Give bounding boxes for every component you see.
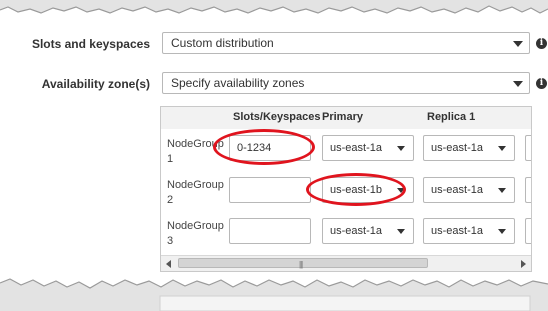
info-icon[interactable]: i	[536, 38, 547, 49]
grid-header: Slots/Keyspaces Primary Replica 1	[161, 107, 531, 129]
replica1-az-select[interactable]: us-east-1a	[423, 177, 515, 203]
node-group-label: NodeGroup 3	[167, 220, 224, 247]
scrollbar-thumb[interactable]: |||	[178, 258, 428, 269]
slots-keyspaces-value: Custom distribution	[171, 36, 274, 50]
slots-input[interactable]	[229, 218, 311, 244]
chevron-down-icon	[513, 41, 523, 47]
node-group-label: NodeGroup 1	[167, 138, 224, 165]
chevron-down-icon	[498, 229, 506, 234]
primary-az-select[interactable]: us-east-1a	[322, 218, 414, 244]
slots-keyspaces-select[interactable]: Custom distribution	[162, 32, 530, 54]
chevron-down-icon	[397, 229, 405, 234]
primary-az-select[interactable]: us-east-1b	[322, 177, 414, 203]
availability-zones-value: Specify availability zones	[171, 76, 305, 90]
node-group-grid: Slots/Keyspaces Primary Replica 1 NodeGr…	[160, 106, 532, 272]
replica2-az-select[interactable]	[525, 177, 531, 203]
replica2-az-select[interactable]	[525, 135, 531, 161]
slots-keyspaces-label: Slots and keyspaces	[31, 37, 150, 51]
chevron-down-icon	[397, 188, 405, 193]
column-header-replica1: Replica 1	[427, 111, 476, 123]
torn-edge-top	[0, 0, 548, 14]
chevron-down-icon	[397, 146, 405, 151]
replica2-az-select[interactable]	[525, 218, 531, 244]
chevron-down-icon	[498, 146, 506, 151]
primary-az-select[interactable]: us-east-1a	[322, 135, 414, 161]
column-header-primary: Primary	[322, 111, 363, 123]
chevron-down-icon	[498, 188, 506, 193]
info-icon[interactable]: i	[536, 78, 547, 89]
scroll-right-arrow-icon[interactable]	[521, 260, 526, 268]
node-group-label: NodeGroup 2	[167, 179, 224, 206]
slots-input[interactable]: 0-1234	[229, 135, 311, 161]
torn-edge-bottom	[0, 278, 548, 311]
scroll-left-arrow-icon[interactable]	[166, 260, 171, 268]
replica1-az-select[interactable]: us-east-1a	[423, 135, 515, 161]
slots-input[interactable]	[229, 177, 311, 203]
column-header-slots: Slots/Keyspaces	[233, 111, 321, 123]
chevron-down-icon	[513, 81, 523, 87]
replica1-az-select[interactable]: us-east-1a	[423, 218, 515, 244]
availability-zones-label: Availability zone(s)	[41, 77, 150, 91]
availability-zones-select[interactable]: Specify availability zones	[162, 72, 530, 94]
